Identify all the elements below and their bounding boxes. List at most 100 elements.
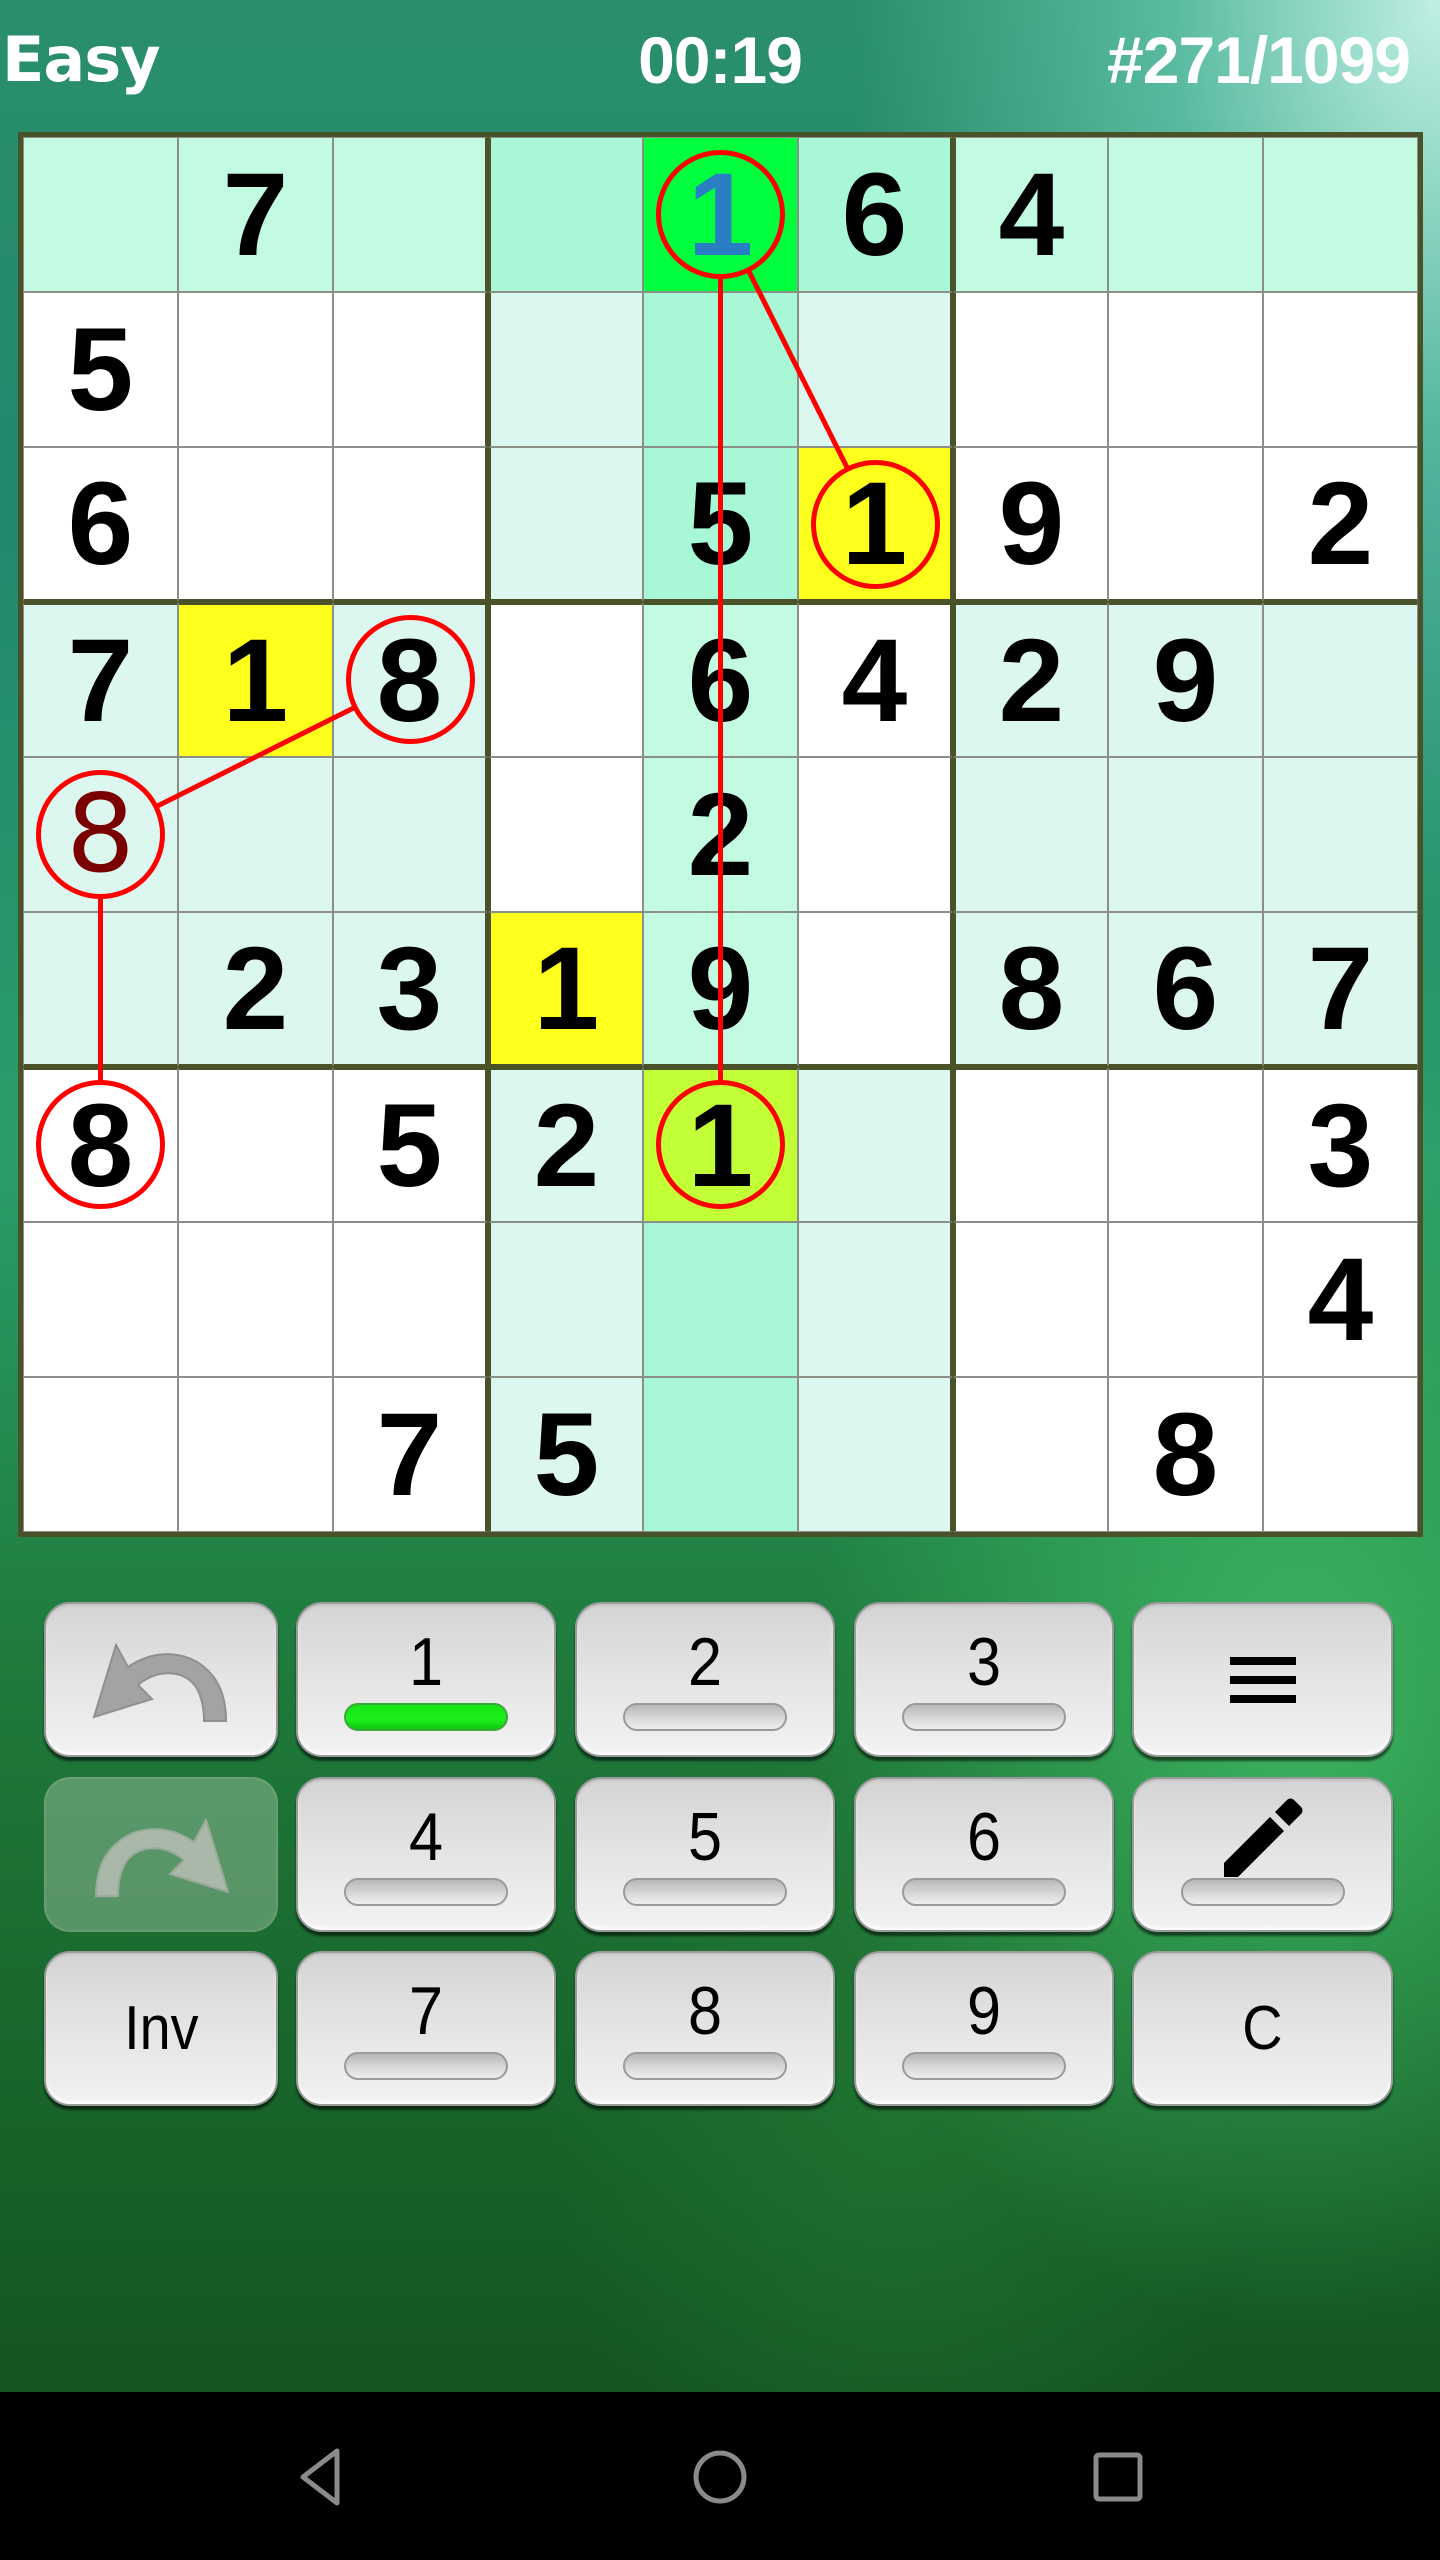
cell-r4c3[interactable]: 8 [333, 602, 488, 757]
cell-r7c5[interactable]: 1 [643, 1067, 798, 1222]
cell-r4c6[interactable]: 4 [798, 602, 953, 757]
nav-back-button[interactable] [275, 2432, 365, 2522]
cell-r9c3[interactable]: 7 [333, 1377, 488, 1532]
digit-button-6[interactable]: 6 [854, 1777, 1114, 1932]
cell-r2c8[interactable] [1108, 292, 1263, 447]
digit-button-5[interactable]: 5 [575, 1777, 835, 1932]
cell-r4c4[interactable] [488, 602, 643, 757]
cell-r5c9[interactable] [1263, 757, 1418, 912]
cell-r6c6[interactable] [798, 912, 953, 1067]
cell-r5c8[interactable] [1108, 757, 1263, 912]
cell-r6c3[interactable]: 3 [333, 912, 488, 1067]
cell-r5c3[interactable] [333, 757, 488, 912]
cell-r8c6[interactable] [798, 1222, 953, 1377]
cell-r6c2[interactable]: 2 [178, 912, 333, 1067]
digit-button-9[interactable]: 9 [854, 1951, 1114, 2106]
cell-r9c4[interactable]: 5 [488, 1377, 643, 1532]
cell-r1c8[interactable] [1108, 137, 1263, 292]
cell-r2c1[interactable]: 5 [23, 292, 178, 447]
cell-r1c5[interactable]: 1 [643, 137, 798, 292]
cell-r9c7[interactable] [953, 1377, 1108, 1532]
cell-r5c1[interactable]: 8 [23, 757, 178, 912]
cell-r3c2[interactable] [178, 447, 333, 602]
cell-r3c8[interactable] [1108, 447, 1263, 602]
cell-r4c9[interactable] [1263, 602, 1418, 757]
digit-button-8[interactable]: 8 [575, 1951, 835, 2106]
digit-button-1[interactable]: 1 [296, 1602, 556, 1757]
cell-r3c5[interactable]: 5 [643, 447, 798, 602]
cell-r4c7[interactable]: 2 [953, 602, 1108, 757]
cell-r9c8[interactable]: 8 [1108, 1377, 1263, 1532]
menu-button[interactable] [1132, 1602, 1393, 1757]
cell-r1c3[interactable] [333, 137, 488, 292]
cell-r6c5[interactable]: 9 [643, 912, 798, 1067]
nav-recents-button[interactable] [1073, 2432, 1163, 2522]
cell-r9c1[interactable] [23, 1377, 178, 1532]
redo-button[interactable] [44, 1777, 278, 1932]
cell-r5c4[interactable] [488, 757, 643, 912]
digit-button-2[interactable]: 2 [575, 1602, 835, 1757]
cell-r8c1[interactable] [23, 1222, 178, 1377]
cell-r6c4[interactable]: 1 [488, 912, 643, 1067]
cell-r2c5[interactable] [643, 292, 798, 447]
cell-r3c1[interactable]: 6 [23, 447, 178, 602]
cell-r8c2[interactable] [178, 1222, 333, 1377]
cell-r6c9[interactable]: 7 [1263, 912, 1418, 1067]
cell-r5c6[interactable] [798, 757, 953, 912]
cell-r3c3[interactable] [333, 447, 488, 602]
cell-r5c7[interactable] [953, 757, 1108, 912]
cell-r2c4[interactable] [488, 292, 643, 447]
cell-r9c9[interactable] [1263, 1377, 1418, 1532]
cell-r3c9[interactable]: 2 [1263, 447, 1418, 602]
digit-button-4[interactable]: 4 [296, 1777, 556, 1932]
cell-r7c8[interactable] [1108, 1067, 1263, 1222]
cell-r4c8[interactable]: 9 [1108, 602, 1263, 757]
cell-r7c7[interactable] [953, 1067, 1108, 1222]
digit-button-3[interactable]: 3 [854, 1602, 1114, 1757]
cell-r5c5[interactable]: 2 [643, 757, 798, 912]
cell-r1c9[interactable] [1263, 137, 1418, 292]
inverse-mode-button[interactable]: Inv [44, 1951, 278, 2106]
cell-r7c6[interactable] [798, 1067, 953, 1222]
cell-r1c2[interactable]: 7 [178, 137, 333, 292]
cell-r1c7[interactable]: 4 [953, 137, 1108, 292]
cell-r3c7[interactable]: 9 [953, 447, 1108, 602]
cell-r5c2[interactable] [178, 757, 333, 912]
cell-r7c9[interactable]: 3 [1263, 1067, 1418, 1222]
cell-r7c1[interactable]: 8 [23, 1067, 178, 1222]
pencil-mode-button[interactable] [1132, 1777, 1393, 1932]
cell-r7c3[interactable]: 5 [333, 1067, 488, 1222]
cell-r6c7[interactable]: 8 [953, 912, 1108, 1067]
digit-button-7[interactable]: 7 [296, 1951, 556, 2106]
cell-r6c1[interactable] [23, 912, 178, 1067]
cell-r7c4[interactable]: 2 [488, 1067, 643, 1222]
cell-r8c7[interactable] [953, 1222, 1108, 1377]
cell-r2c9[interactable] [1263, 292, 1418, 447]
cell-r8c3[interactable] [333, 1222, 488, 1377]
cell-r4c2[interactable]: 1 [178, 602, 333, 757]
cell-r8c8[interactable] [1108, 1222, 1263, 1377]
cell-r8c4[interactable] [488, 1222, 643, 1377]
clear-button[interactable]: C [1132, 1951, 1393, 2106]
cell-r4c1[interactable]: 7 [23, 602, 178, 757]
cell-r3c4[interactable] [488, 447, 643, 602]
cell-r2c3[interactable] [333, 292, 488, 447]
cell-r1c6[interactable]: 6 [798, 137, 953, 292]
cell-r9c6[interactable] [798, 1377, 953, 1532]
cell-r9c2[interactable] [178, 1377, 333, 1532]
cell-r9c5[interactable] [643, 1377, 798, 1532]
cell-r7c2[interactable] [178, 1067, 333, 1222]
cell-r3c6[interactable]: 1 [798, 447, 953, 602]
cell-r2c2[interactable] [178, 292, 333, 447]
cell-r8c9[interactable]: 4 [1263, 1222, 1418, 1377]
cell-r1c4[interactable] [488, 137, 643, 292]
cell-r2c7[interactable] [953, 292, 1108, 447]
cell-r1c1[interactable] [23, 137, 178, 292]
undo-button[interactable] [44, 1602, 278, 1757]
digit-progress-indicator [344, 2052, 508, 2080]
cell-r2c6[interactable] [798, 292, 953, 447]
cell-r6c8[interactable]: 6 [1108, 912, 1263, 1067]
cell-r4c5[interactable]: 6 [643, 602, 798, 757]
cell-r8c5[interactable] [643, 1222, 798, 1377]
nav-home-button[interactable] [675, 2432, 765, 2522]
